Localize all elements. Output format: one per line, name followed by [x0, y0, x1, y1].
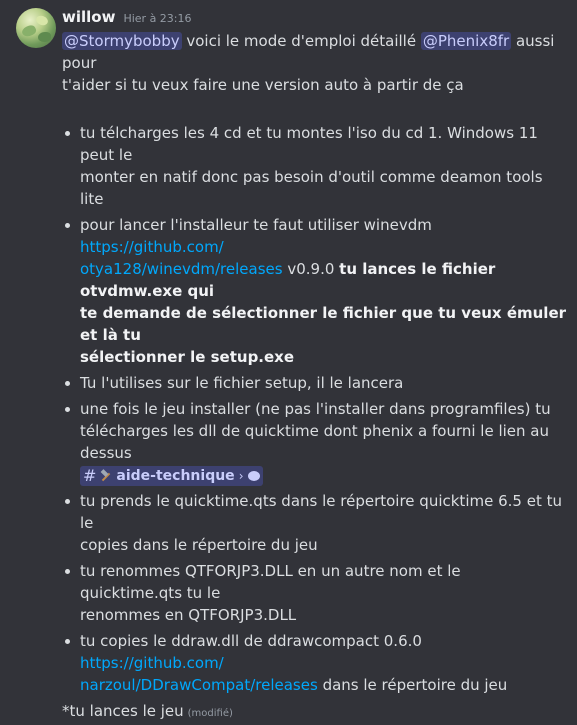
bullet-icon [65, 639, 70, 644]
bullet-icon [65, 223, 70, 228]
list-item: pour lancer l'installeur te faut utilise… [62, 214, 567, 368]
mention-phenix8fr[interactable]: @Phenix8fr [420, 32, 512, 50]
bullet-icon [65, 381, 70, 386]
bullet-icon [65, 407, 70, 412]
winevdm-link-cont[interactable]: otya128/winevdm/releases [80, 260, 283, 278]
intro-line-2: t'aider si tu veux faire une version aut… [62, 76, 464, 94]
username[interactable]: willow [62, 8, 115, 26]
footer-line: *tu lances le jeu (modifié) [62, 700, 567, 725]
list-item: tu renommes QTFORJP3.DLL en un autre nom… [62, 560, 567, 626]
ddrawcompat-link-cont[interactable]: narzoul/DDrawCompat/releases [80, 676, 318, 694]
chevron-right-icon: › [238, 468, 244, 483]
list-item: une fois le jeu installer (ne pas l'inst… [62, 398, 567, 486]
instruction-list: tu télcharges les 4 cd et tu montes l'is… [62, 122, 567, 696]
timestamp[interactable]: Hier à 23:16 [123, 12, 191, 25]
hammer-icon [100, 470, 112, 482]
list-item: tu télcharges les 4 cd et tu montes l'is… [62, 122, 567, 210]
message-content: willow Hier à 23:16 @Stormybobby voici l… [62, 8, 567, 725]
edited-label: (modifié) [187, 708, 233, 719]
intro-text-1: voici le mode d'emploi détaillé [181, 32, 421, 50]
chat-message: willow Hier à 23:16 @Stormybobby voici l… [0, 0, 577, 720]
speech-bubble-icon [247, 470, 260, 481]
channel-link-aide-technique[interactable]: # aide-technique › [80, 465, 263, 486]
list-item: Tu l'utilises sur le fichier setup, il l… [62, 372, 567, 394]
bullet-icon [65, 499, 70, 504]
bullet-icon [65, 569, 70, 574]
list-item: tu prends le quicktime.qts dans le réper… [62, 490, 567, 556]
list-item: tu copies le ddraw.dll de ddrawcompact 0… [62, 630, 567, 696]
footer-text: *tu lances le jeu [62, 702, 184, 720]
channel-name: aide-technique [116, 467, 235, 484]
bullet-icon [65, 131, 70, 136]
winevdm-link[interactable]: https://github.com/ [80, 238, 224, 256]
intro-line-1: @Stormybobby voici le mode d'emploi déta… [62, 30, 567, 74]
message-header: willow Hier à 23:16 [62, 8, 567, 30]
user-avatar[interactable] [16, 8, 56, 48]
ddrawcompat-link[interactable]: https://github.com/ [80, 654, 224, 672]
channel-hash-icon: # [83, 465, 97, 485]
mention-stormybobby[interactable]: @Stormybobby [62, 32, 182, 50]
